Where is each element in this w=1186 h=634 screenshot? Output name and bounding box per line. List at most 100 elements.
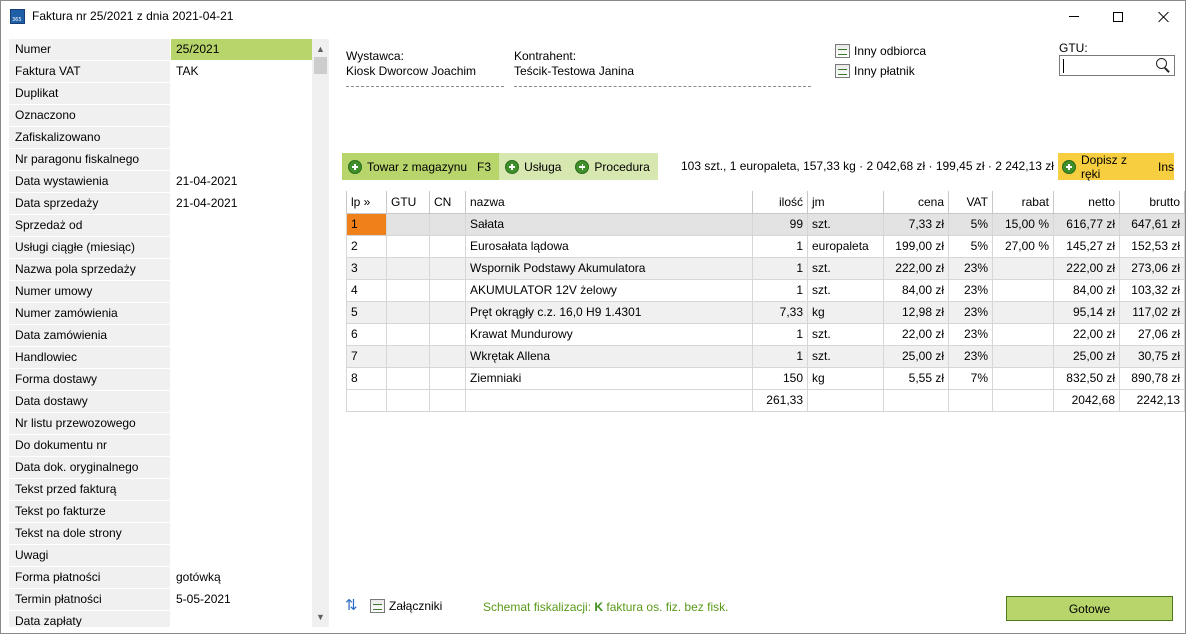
cell-gtu[interactable]: [386, 212, 430, 236]
property-row[interactable]: Numer umowy: [9, 281, 312, 303]
properties-scrollbar[interactable]: ▲ ▼: [312, 39, 329, 627]
cell-ilosc[interactable]: 1: [752, 278, 808, 302]
cell-nazwa[interactable]: Wkrętak Allena: [465, 344, 753, 368]
cell-cn[interactable]: [429, 278, 466, 302]
cell-brutto[interactable]: 30,75 zł: [1119, 344, 1185, 368]
cell-cena[interactable]: 7,33 zł: [883, 212, 949, 236]
cell-ilosc[interactable]: 99: [752, 212, 808, 236]
property-value[interactable]: [171, 259, 312, 280]
property-row[interactable]: Zafiskalizowano: [9, 127, 312, 149]
property-value[interactable]: 25/2021: [171, 39, 312, 60]
cell-jm[interactable]: kg: [807, 366, 884, 390]
cell-nazwa[interactable]: Ziemniaki: [465, 366, 753, 390]
table-row[interactable]: 3 Wspornik Podstawy Akumulatora 1 szt. 222,0…: [346, 256, 1185, 280]
cell-jm[interactable]: europaleta: [807, 234, 884, 258]
cell-ilosc[interactable]: 7,33: [752, 300, 808, 324]
cell-rabat[interactable]: 15,00 %: [992, 212, 1054, 236]
property-value[interactable]: [171, 325, 312, 346]
property-row[interactable]: Forma płatności gotówką: [9, 567, 312, 589]
property-row[interactable]: Usługi ciągłe (miesiąc): [9, 237, 312, 259]
maximize-button[interactable]: [1095, 1, 1141, 32]
cell-rabat[interactable]: [992, 256, 1054, 280]
property-row[interactable]: Nr paragonu fiskalnego: [9, 149, 312, 171]
cell-lp[interactable]: 1: [346, 212, 387, 236]
property-value[interactable]: [171, 237, 312, 258]
property-row[interactable]: Tekst na dole strony: [9, 523, 312, 545]
property-row[interactable]: Data zapłaty: [9, 611, 312, 627]
cell-lp[interactable]: 2: [346, 234, 387, 258]
cell-cena[interactable]: 12,98 zł: [883, 300, 949, 324]
table-row[interactable]: 2 Eurosałata lądowa 1 europaleta 199,00 zł 5%…: [346, 234, 1185, 258]
property-value[interactable]: [171, 435, 312, 456]
cell-cn[interactable]: [429, 300, 466, 324]
cell-brutto[interactable]: 27,06 zł: [1119, 322, 1185, 346]
property-row[interactable]: Nr listu przewozowego: [9, 413, 312, 435]
cell-lp[interactable]: 5: [346, 300, 387, 324]
cell-gtu[interactable]: [386, 366, 430, 390]
table-row[interactable]: 1 Sałata 99 szt. 7,33 zł 5% 15,00 % 616,77 zł 64…: [346, 212, 1185, 236]
issuer-value[interactable]: Kiosk Dworcow Joachim: [346, 64, 476, 78]
refresh-icon[interactable]: [345, 596, 359, 614]
cell-cn[interactable]: [429, 234, 466, 258]
cell-cena[interactable]: 84,00 zł: [883, 278, 949, 302]
property-row[interactable]: Data wystawienia 21-04-2021: [9, 171, 312, 193]
cell-nazwa[interactable]: Eurosałata lądowa: [465, 234, 753, 258]
cell-ilosc[interactable]: 1: [752, 234, 808, 258]
table-row[interactable]: 4 AKUMULATOR 12V żelowy 1 szt. 84,00 zł 23% 84…: [346, 278, 1185, 302]
cell-netto[interactable]: 84,00 zł: [1053, 278, 1120, 302]
cell-cena[interactable]: 222,00 zł: [883, 256, 949, 280]
column-header[interactable]: rabat: [992, 191, 1054, 214]
cell-lp[interactable]: 4: [346, 278, 387, 302]
property-value[interactable]: [171, 303, 312, 324]
property-value[interactable]: [171, 127, 312, 148]
property-row[interactable]: Data zamówienia: [9, 325, 312, 347]
property-row[interactable]: Faktura VAT TAK: [9, 61, 312, 83]
cell-ilosc[interactable]: 150: [752, 366, 808, 390]
cell-brutto[interactable]: 103,32 zł: [1119, 278, 1185, 302]
cell-vat[interactable]: 23%: [948, 322, 993, 346]
cell-cn[interactable]: [429, 322, 466, 346]
attachments-button[interactable]: Załączniki: [370, 599, 442, 613]
search-icon[interactable]: [1156, 58, 1170, 73]
cell-gtu[interactable]: [386, 300, 430, 324]
property-value[interactable]: [171, 413, 312, 434]
cell-netto[interactable]: 145,27 zł: [1053, 234, 1120, 258]
cell-vat[interactable]: 23%: [948, 256, 993, 280]
cell-jm[interactable]: kg: [807, 300, 884, 324]
cell-jm[interactable]: szt.: [807, 278, 884, 302]
scroll-thumb[interactable]: [314, 57, 327, 74]
table-row[interactable]: 6 Krawat Mundurowy 1 szt. 22,00 zł 23% 22,00 z…: [346, 322, 1185, 346]
cell-brutto[interactable]: 117,02 zł: [1119, 300, 1185, 324]
cell-rabat[interactable]: [992, 344, 1054, 368]
property-row[interactable]: Oznaczono: [9, 105, 312, 127]
property-value[interactable]: [171, 457, 312, 478]
property-row[interactable]: Forma dostawy: [9, 369, 312, 391]
other-recipient-button[interactable]: Inny odbiorca: [835, 44, 926, 58]
property-row[interactable]: Nazwa pola sprzedaży: [9, 259, 312, 281]
cell-lp[interactable]: 7: [346, 344, 387, 368]
column-header[interactable]: cena: [883, 191, 949, 214]
procedure-button[interactable]: Procedura: [569, 153, 658, 180]
cell-jm[interactable]: szt.: [807, 344, 884, 368]
cell-netto[interactable]: 832,50 zł: [1053, 366, 1120, 390]
cell-lp[interactable]: 8: [346, 366, 387, 390]
cell-vat[interactable]: 23%: [948, 344, 993, 368]
column-header[interactable]: VAT: [948, 191, 993, 214]
cell-rabat[interactable]: [992, 300, 1054, 324]
contractor-value[interactable]: Teścik-Testowa Janina: [514, 64, 634, 78]
goods-from-warehouse-button[interactable]: Towar z magazynu F3: [342, 153, 500, 180]
scroll-down-icon[interactable]: ▼: [312, 609, 329, 625]
other-payer-button[interactable]: Inny płatnik: [835, 64, 915, 78]
property-value[interactable]: [171, 215, 312, 236]
cell-ilosc[interactable]: 1: [752, 344, 808, 368]
property-row[interactable]: Tekst przed fakturą: [9, 479, 312, 501]
property-value[interactable]: [171, 149, 312, 170]
cell-vat[interactable]: 5%: [948, 212, 993, 236]
cell-vat[interactable]: 23%: [948, 278, 993, 302]
property-value[interactable]: [171, 347, 312, 368]
property-row[interactable]: Tekst po fakturze: [9, 501, 312, 523]
cell-rabat[interactable]: [992, 278, 1054, 302]
cell-jm[interactable]: szt.: [807, 212, 884, 236]
column-header[interactable]: CN: [429, 191, 466, 214]
cell-gtu[interactable]: [386, 322, 430, 346]
